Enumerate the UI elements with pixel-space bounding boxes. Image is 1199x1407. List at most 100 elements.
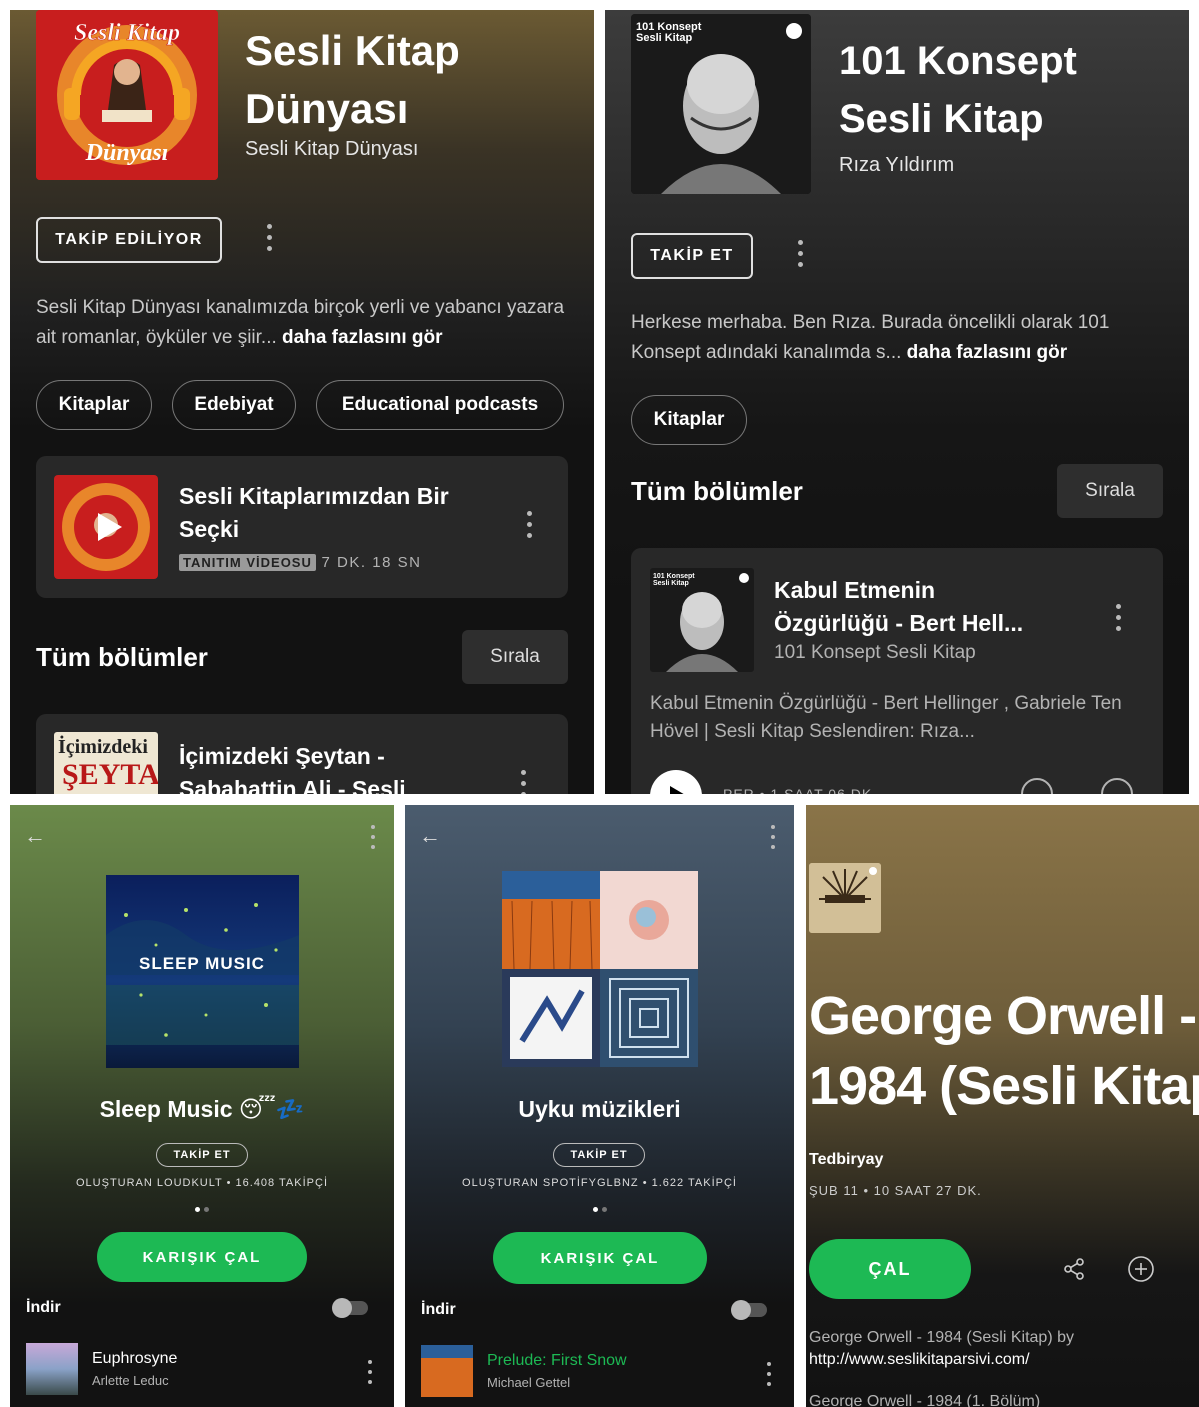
chip-edebiyat[interactable]: Edebiyat bbox=[172, 380, 296, 430]
featured-title-line1: Sesli Kitaplarımızdan Bir bbox=[179, 483, 449, 509]
episode-title-line1: George Orwell - bbox=[809, 986, 1197, 1046]
sort-button[interactable]: Sırala bbox=[1057, 464, 1163, 518]
episode-meta: ŞUB 11 • 10 SAAT 27 DK. bbox=[809, 1183, 982, 1198]
podcast-cover: 101 Konsept Sesli Kitap bbox=[631, 14, 811, 194]
page-indicator bbox=[10, 1207, 394, 1212]
download-icon[interactable] bbox=[1101, 778, 1133, 794]
podcast-title-line2: Sesli Kitap bbox=[839, 97, 1044, 141]
more-options-icon[interactable] bbox=[370, 825, 376, 849]
featured-episode-title: Sesli Kitaplarımızdan Bir Seçki bbox=[179, 480, 449, 546]
podcast-description[interactable]: Sesli Kitap Dünyası kanalımızda birçok y… bbox=[36, 293, 576, 353]
thumb-text2: ŞEYTAN bbox=[62, 758, 158, 791]
play-button[interactable] bbox=[650, 770, 702, 794]
follow-button[interactable]: TAKİP ET bbox=[156, 1143, 248, 1167]
playlist-creator: OLUŞTURAN LOUDKULT • 16.408 TAKİPÇİ bbox=[76, 1177, 328, 1189]
all-episodes-heading: Tüm bölümler bbox=[36, 642, 208, 672]
play-button[interactable]: ÇAL bbox=[809, 1239, 971, 1299]
episode-more-icon[interactable] bbox=[520, 770, 526, 794]
episode-show: 101 Konsept Sesli Kitap bbox=[774, 642, 976, 663]
description-line3: George Orwell - 1984 (1. Bölüm) bbox=[809, 1393, 1041, 1407]
cover-label2: Sesli Kitap bbox=[636, 32, 693, 44]
episode-more-icon[interactable] bbox=[526, 511, 532, 538]
playlist-creator: OLUŞTURAN SPOTİFYGLBNZ • 1.622 TAKİPÇİ bbox=[462, 1177, 737, 1189]
play-icon bbox=[670, 786, 684, 794]
more-options-icon[interactable] bbox=[770, 825, 776, 849]
thumb-label1: 101 Konsept bbox=[653, 573, 695, 580]
episode-page-george-orwell-1984: George Orwell - 1984 (Sesli Kitap Tedbir… bbox=[806, 805, 1199, 1407]
episode-card[interactable]: İçimizdeki ŞEYTAN İçimizdeki Şeytan - Sa… bbox=[36, 714, 568, 794]
download-toggle[interactable] bbox=[332, 1298, 368, 1318]
episode-more-icon[interactable] bbox=[1115, 604, 1121, 631]
playlist-title: Sleep Music 😴💤 bbox=[99, 1096, 305, 1122]
chip-educational-podcasts[interactable]: Educational podcasts bbox=[316, 380, 564, 430]
more-options-icon[interactable] bbox=[266, 224, 272, 251]
episode-description: Kabul Etmenin Özgürlüğü - Bert Hellinger… bbox=[650, 693, 1122, 742]
see-more-link[interactable]: daha fazlasını gör bbox=[282, 327, 442, 348]
episode-title-line2: Sabahattin Ali - Sesli bbox=[179, 776, 406, 794]
sort-button[interactable]: Sırala bbox=[462, 630, 568, 684]
episode-title: George Orwell - 1984 (Sesli Kitap bbox=[809, 981, 1199, 1121]
episode-cover bbox=[809, 863, 881, 933]
track-more-icon[interactable] bbox=[367, 1360, 373, 1384]
following-button[interactable]: TAKİP EDİLİYOR bbox=[36, 217, 222, 263]
podcast-title-line1: 101 Konsept bbox=[839, 39, 1077, 83]
download-label: İndir bbox=[421, 1301, 456, 1318]
track-more-icon[interactable] bbox=[766, 1362, 772, 1386]
podcast-title: Sesli Kitap Dünyası bbox=[245, 22, 460, 138]
page-indicator bbox=[405, 1207, 794, 1212]
podcast-author[interactable]: Rıza Yıldırım bbox=[839, 154, 954, 177]
track-thumbnail bbox=[421, 1345, 473, 1397]
podcast-title-line1: Sesli Kitap bbox=[245, 27, 460, 74]
promo-video-tag: TANITIM VİDEOSU bbox=[179, 554, 316, 571]
all-episodes-heading: Tüm bölümler bbox=[631, 476, 803, 506]
thumb-text1: İçimizdeki bbox=[58, 736, 148, 758]
episode-title-line1: Kabul Etmenin bbox=[774, 577, 936, 603]
back-arrow-icon[interactable]: ← bbox=[24, 823, 46, 849]
featured-duration: 7 DK. 18 SN bbox=[321, 554, 422, 571]
track-thumbnail bbox=[26, 1343, 78, 1395]
featured-title-line2: Seçki bbox=[179, 516, 240, 542]
see-more-link[interactable]: daha fazlasını gör bbox=[907, 342, 1067, 363]
episode-title-line2: 1984 (Sesli Kitap bbox=[809, 1056, 1199, 1116]
track-title-playing[interactable]: Prelude: First Snow bbox=[487, 1352, 627, 1370]
add-icon[interactable] bbox=[1021, 778, 1053, 794]
cover-text-bottom: Dünyası bbox=[85, 140, 169, 166]
cover-text: SLEEP MUSIC bbox=[139, 954, 265, 973]
shuffle-play-button[interactable]: KARIŞIK ÇAL bbox=[493, 1232, 707, 1284]
share-icon[interactable] bbox=[1062, 1257, 1086, 1286]
podcast-title: 101 Konsept Sesli Kitap bbox=[839, 32, 1077, 148]
podcast-author[interactable]: Sesli Kitap Dünyası bbox=[245, 138, 418, 161]
track-title[interactable]: Euphrosyne bbox=[92, 1350, 177, 1368]
episode-title-line2: Özgürlüğü - Bert Hell... bbox=[774, 610, 1024, 636]
back-arrow-icon[interactable]: ← bbox=[419, 823, 441, 849]
episode-title: İçimizdeki Şeytan - Sabahattin Ali - Ses… bbox=[179, 740, 406, 794]
shuffle-play-button[interactable]: KARIŞIK ÇAL bbox=[97, 1232, 307, 1282]
podcast-description[interactable]: Herkese merhaba. Ben Rıza. Burada önceli… bbox=[631, 308, 1171, 368]
more-options-icon[interactable] bbox=[797, 240, 803, 267]
cover-text-top: Sesli Kitap bbox=[74, 20, 180, 46]
follow-button[interactable]: TAKİP ET bbox=[631, 233, 753, 279]
episode-publisher[interactable]: Tedbiryay bbox=[809, 1151, 883, 1169]
podcast-page-101-konsept: 101 Konsept Sesli Kitap 101 Konsept Sesl… bbox=[605, 10, 1189, 794]
episode-title-line1: İçimizdeki Şeytan - bbox=[179, 743, 385, 769]
playlist-cover: SLEEP MUSIC bbox=[106, 875, 299, 1068]
featured-episode-thumbnail bbox=[54, 475, 158, 579]
playlist-page-sleep-music: ← SLEEP MUSIC Sleep Music 😴💤 TAKİP ET OL… bbox=[10, 805, 394, 1407]
description-link[interactable]: http://www.seslikitaparsivi.com/ bbox=[809, 1351, 1030, 1368]
playlist-cover-mosaic bbox=[502, 871, 698, 1067]
episode-description: George Orwell - 1984 (Sesli Kitap) by ht… bbox=[809, 1327, 1189, 1407]
download-toggle[interactable] bbox=[731, 1300, 767, 1320]
thumb-label2: Sesli Kitap bbox=[653, 580, 689, 587]
add-icon[interactable] bbox=[1127, 1255, 1155, 1288]
chip-kitaplar[interactable]: Kitaplar bbox=[631, 395, 747, 445]
chip-kitaplar[interactable]: Kitaplar bbox=[36, 380, 152, 430]
episode-meta: PER • 1 SAAT 06 DK. bbox=[723, 786, 878, 794]
playlist-title: Uyku müzikleri bbox=[518, 1096, 681, 1122]
episode-card[interactable]: 101 Konsept Sesli Kitap Kabul Etmenin Öz… bbox=[631, 548, 1163, 794]
podcast-title-line2: Dünyası bbox=[245, 85, 409, 132]
track-artist: Arlette Leduc bbox=[92, 1373, 169, 1388]
track-artist: Michael Gettel bbox=[487, 1375, 571, 1390]
featured-episode-card[interactable]: Sesli Kitaplarımızdan Bir Seçki TANITIM … bbox=[36, 456, 568, 598]
follow-button[interactable]: TAKİP ET bbox=[553, 1143, 645, 1167]
podcast-cover: Sesli Kitap Dünyası bbox=[36, 10, 218, 180]
